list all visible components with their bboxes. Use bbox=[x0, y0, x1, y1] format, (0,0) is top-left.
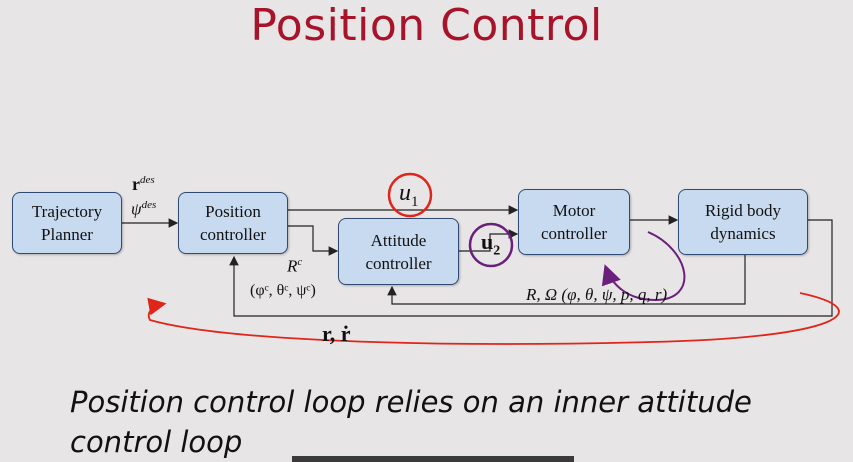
trajectory-planner-line2: Planner bbox=[41, 225, 93, 244]
caption-line1: Position control loop relies on an inner… bbox=[70, 385, 752, 419]
attitude-controller-block: Attitude controller bbox=[338, 218, 459, 285]
position-feedback-label: r, ṙ bbox=[322, 321, 351, 346]
motor-controller-line1: Motor bbox=[552, 201, 596, 220]
psi-des-label: ψdes bbox=[131, 199, 157, 219]
r-c-label: Rc bbox=[287, 256, 303, 276]
rigid-body-dynamics-line2: dynamics bbox=[710, 224, 776, 243]
u1-label: u1 bbox=[399, 180, 419, 210]
outer-loop-red-arrow bbox=[147, 292, 840, 345]
position-controller-line1: Position bbox=[205, 202, 261, 221]
attitude-controller-line2: controller bbox=[365, 253, 432, 273]
slide-caption: Position control loop relies on an inner… bbox=[70, 382, 830, 462]
rigid-body-dynamics-block: Rigid body dynamics bbox=[678, 189, 808, 255]
position-controller-block: Position controller bbox=[178, 192, 288, 254]
commanded-angles-label: (φᶜ, θᶜ, ψᶜ) bbox=[250, 282, 316, 299]
wire-position-to-attitude bbox=[288, 225, 339, 256]
trajectory-planner-line1: Trajectory bbox=[31, 202, 103, 221]
position-controller-line2: controller bbox=[199, 225, 267, 244]
rigid-body-dynamics-line1: Rigid body bbox=[704, 201, 782, 220]
state-feedback-label: R, Ω (φ, θ, ψ, p, q, r) bbox=[526, 285, 668, 304]
trajectory-planner-block: Trajectory Planner bbox=[12, 192, 122, 254]
r-des-label: rdes bbox=[132, 174, 155, 194]
motor-controller-line2: controller bbox=[540, 224, 608, 243]
attitude-controller-line1: Attitude bbox=[370, 230, 427, 250]
motor-controller-block: Motor controller bbox=[518, 189, 630, 255]
video-control-bar[interactable] bbox=[292, 456, 574, 462]
u2-label: u2 bbox=[481, 229, 501, 259]
